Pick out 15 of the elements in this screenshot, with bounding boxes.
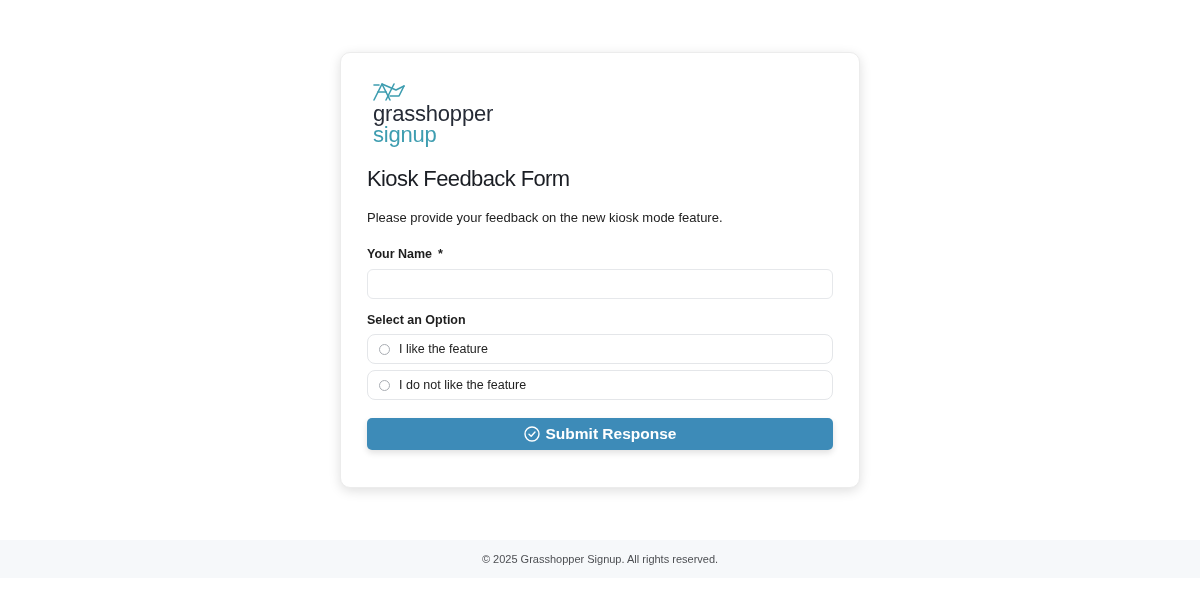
field-label: Your Name <box>367 246 433 263</box>
radio-button[interactable] <box>379 379 390 391</box>
copyright-text: © 2025 Grasshopper Signup. All rights reserved. <box>481 553 719 565</box>
required-mark: * <box>438 246 443 263</box>
field-label: Select an Option <box>367 312 466 329</box>
submit-button[interactable]: Submit Response <box>367 418 833 450</box>
form-description: Please provide your feedback on the new kiosk mode feature. <box>367 209 724 227</box>
input-field[interactable] <box>367 269 833 299</box>
logo-text: grasshopper <box>373 103 494 124</box>
radio-option[interactable]: I do not like the feature <box>367 370 833 400</box>
logo-icon <box>373 82 405 101</box>
radio-option[interactable]: I like the feature <box>367 334 833 364</box>
form-title: Kiosk Feedback Form <box>367 165 571 193</box>
check-circle-icon <box>523 426 540 442</box>
radio-button[interactable] <box>379 343 390 355</box>
